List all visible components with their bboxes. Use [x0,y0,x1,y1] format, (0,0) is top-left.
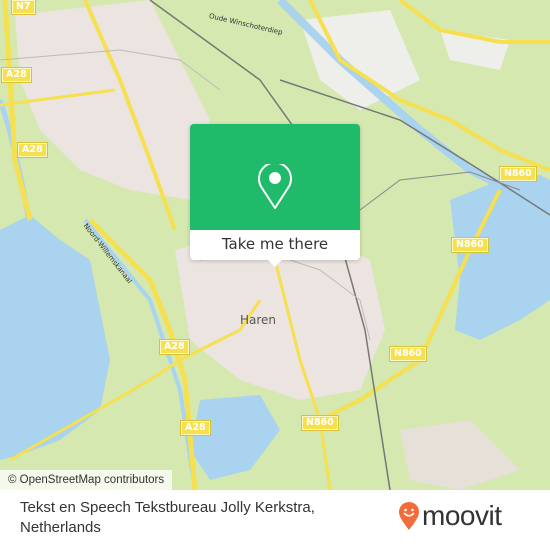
popup-pointer [267,259,283,267]
take-me-there-button[interactable]: Take me there [190,230,360,260]
moovit-smile-pin-icon [399,502,419,530]
road-shield-a28: A28 [17,142,48,158]
footer: Tekst en Speech Tekstbureau Jolly Kerkst… [0,490,550,550]
road-shield-n860: N860 [301,415,339,431]
road-shield-n860: N860 [499,166,537,182]
road-shield-a28: A28 [159,339,190,355]
popup-header [190,124,360,230]
road-shield-n860: N860 [389,346,427,362]
map-attribution[interactable]: © OpenStreetMap contributors [0,470,173,490]
map[interactable]: N7 A28 A28 A28 A28 N860 N860 N860 N860 H… [0,0,550,490]
road-shield-n860: N860 [451,237,489,253]
map-pin-icon [258,164,292,209]
location-popup: Take me there [190,124,360,267]
road-shield-n7: N7 [11,0,36,15]
place-label-haren: Haren [240,313,277,327]
road-shield-a28: A28 [1,67,32,83]
moovit-logo-text: moovit [422,500,502,531]
place-name: Tekst en Speech Tekstbureau Jolly Kerkst… [20,499,315,536]
road-shield-a28: A28 [180,420,211,436]
moovit-logo[interactable]: moovit [398,500,502,532]
